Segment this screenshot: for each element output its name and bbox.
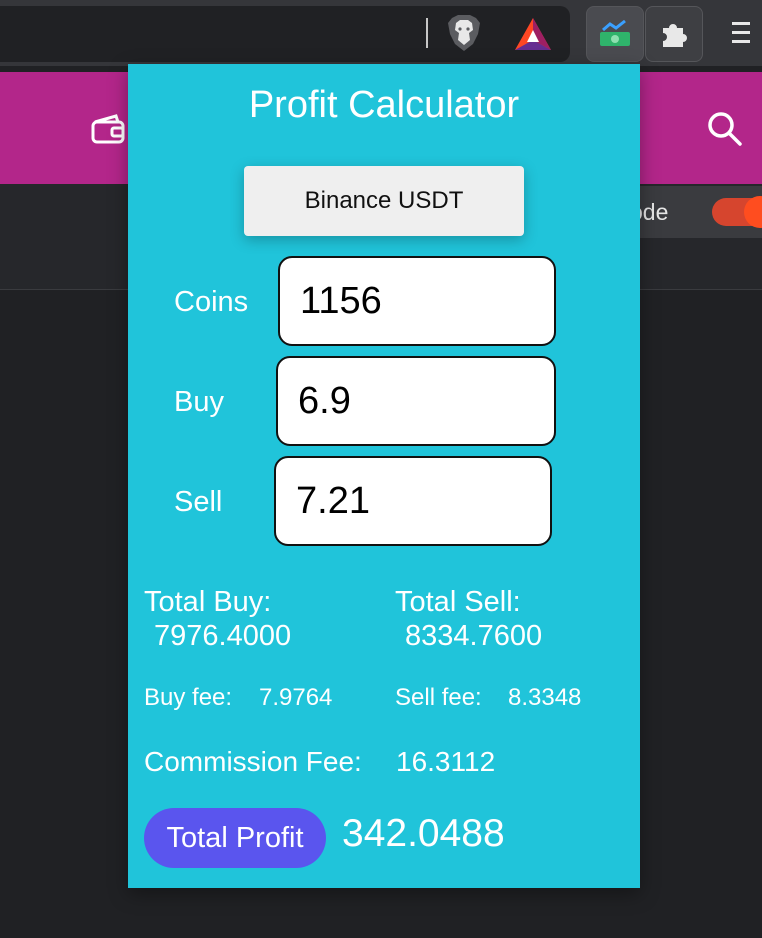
extensions-button[interactable] bbox=[645, 6, 703, 62]
sell-fee-value: 8.3348 bbox=[508, 684, 582, 711]
money-chart-icon bbox=[600, 20, 630, 46]
buy-label: Buy bbox=[174, 386, 224, 418]
browser-toolbar bbox=[0, 0, 762, 66]
sell-price-input[interactable] bbox=[274, 456, 552, 546]
buy-price-input[interactable] bbox=[276, 356, 556, 446]
commission-fee-value: 16.3112 bbox=[396, 746, 496, 777]
screen: ode Profit Calculator Binance USDT Coins… bbox=[0, 0, 762, 938]
address-bar-divider bbox=[426, 18, 428, 48]
total-sell-label: Total Sell: bbox=[395, 586, 521, 618]
total-buy-label: Total Buy: bbox=[144, 586, 272, 618]
coins-label: Coins bbox=[174, 286, 249, 318]
hamburger-menu-icon[interactable] bbox=[730, 18, 752, 48]
lion-shield-icon[interactable] bbox=[446, 14, 482, 52]
puzzle-icon bbox=[663, 24, 687, 47]
bat-triangle-icon[interactable] bbox=[514, 16, 552, 52]
profit-calculator-popup: Profit Calculator Binance USDT Coins Buy… bbox=[128, 64, 640, 888]
total-buy-value: 7976.4000 bbox=[154, 620, 292, 652]
sell-fee-label: Sell fee: bbox=[395, 684, 482, 711]
buy-fee-label: Buy fee: bbox=[144, 684, 233, 711]
popup-title: Profit Calculator bbox=[248, 84, 520, 126]
address-bar[interactable] bbox=[0, 6, 570, 62]
total-profit-value: 342.0488 bbox=[342, 812, 505, 855]
calculator-extension-button[interactable] bbox=[586, 6, 644, 62]
total-sell-value: 8334.7600 bbox=[405, 620, 543, 652]
total-profit-badge: Total Profit bbox=[144, 808, 326, 868]
search-icon[interactable] bbox=[706, 110, 744, 148]
sell-label: Sell bbox=[174, 486, 223, 518]
commission-fee-label: Commission Fee: bbox=[144, 746, 362, 777]
exchange-select-button[interactable]: Binance USDT bbox=[244, 166, 524, 236]
wallet-icon[interactable] bbox=[90, 112, 128, 146]
coins-input[interactable] bbox=[278, 256, 556, 346]
buy-fee-value: 7.9764 bbox=[259, 684, 333, 711]
